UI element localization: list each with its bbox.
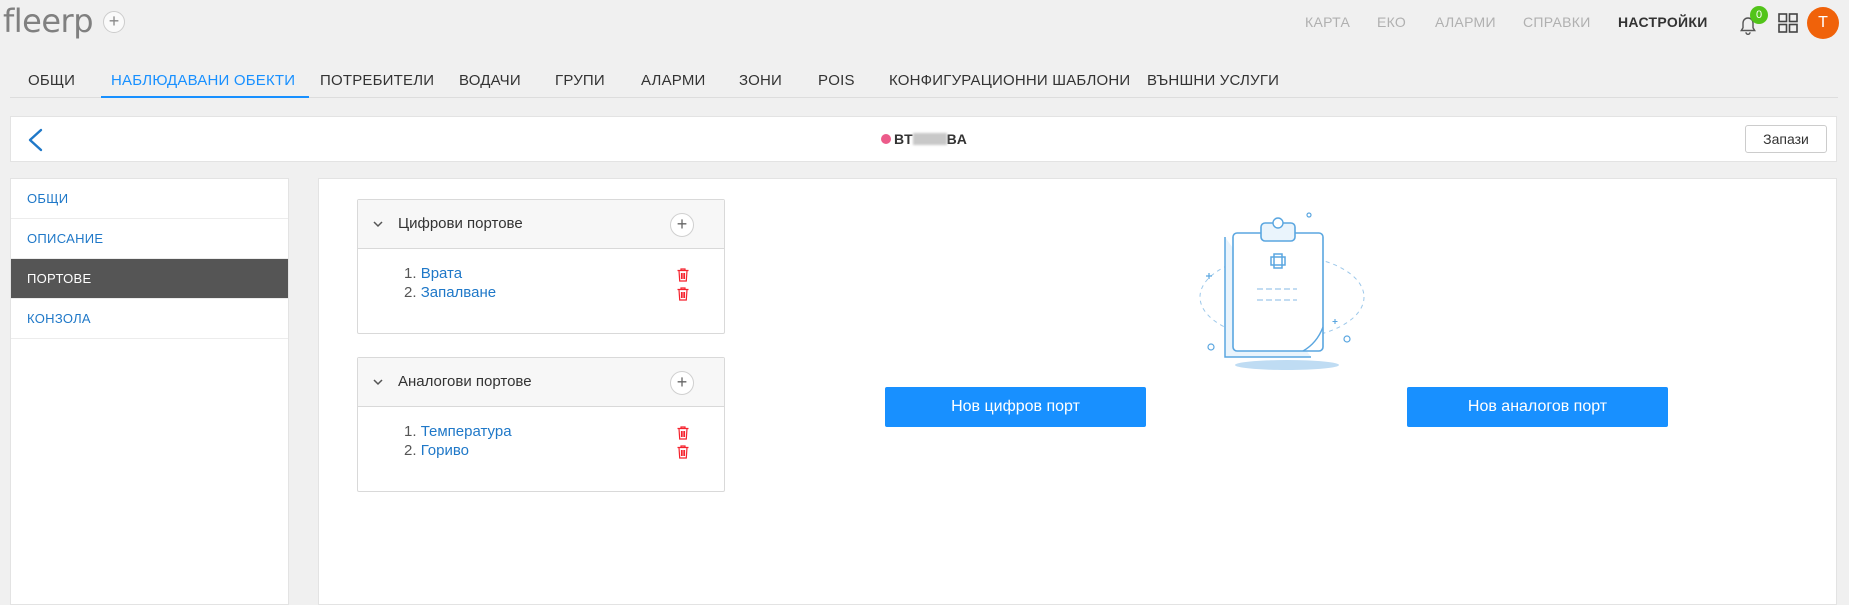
port-link[interactable]: Гориво	[421, 442, 469, 459]
digital-ports-list: 1. Врата 2. Запалване	[358, 249, 724, 333]
vehicle-name: BT BA	[881, 131, 967, 147]
topnav-reports[interactable]: СПРАВКИ	[1523, 14, 1591, 30]
digital-ports-card: Цифрови портове + 1. Врата 2. Запалване	[357, 199, 725, 334]
add-analog-port-icon[interactable]: +	[670, 371, 694, 395]
vehicle-name-prefix: BT	[894, 131, 913, 147]
sidebar-item-general[interactable]: ОБЩИ	[11, 179, 288, 219]
topnav-eco[interactable]: ЕКО	[1377, 14, 1406, 30]
list-item: 2. Запалване	[404, 284, 496, 301]
list-item-number: 2.	[404, 284, 417, 301]
analog-ports-card: Аналогови портове + 1. Температура 2. Го…	[357, 357, 725, 492]
apps-grid-icon[interactable]	[1777, 12, 1799, 34]
new-digital-port-button[interactable]: Нов цифров порт	[885, 387, 1146, 427]
back-arrow-icon[interactable]	[25, 127, 47, 153]
list-item: 2. Гориво	[404, 442, 469, 459]
tab-external-services[interactable]: ВЪНШНИ УСЛУГИ	[1147, 72, 1279, 89]
list-item-number: 2.	[404, 442, 417, 459]
port-link[interactable]: Врата	[421, 265, 462, 282]
digital-ports-header[interactable]: Цифрови портове +	[358, 200, 724, 249]
object-sidebar: ОБЩИ ОПИСАНИЕ ПОРТОВЕ КОНЗОЛА	[10, 178, 289, 605]
topnav-alarms[interactable]: АЛАРМИ	[1435, 14, 1496, 30]
status-dot	[881, 134, 891, 144]
save-button[interactable]: Запази	[1745, 125, 1827, 153]
topnav-map[interactable]: КАРТА	[1305, 14, 1350, 30]
redacted-block	[912, 133, 947, 145]
trash-icon[interactable]	[676, 267, 690, 283]
trash-icon[interactable]	[676, 444, 690, 460]
trash-icon[interactable]	[676, 425, 690, 441]
tab-alarms[interactable]: АЛАРМИ	[641, 72, 706, 89]
notification-badge: 0	[1750, 6, 1768, 24]
port-link[interactable]: Запалване	[421, 284, 496, 301]
vehicle-name-suffix: BA	[946, 131, 967, 147]
sidebar-item-ports[interactable]: ПОРТОВЕ	[11, 259, 288, 299]
object-header: BT BA Запази	[10, 116, 1837, 162]
new-analog-port-button[interactable]: Нов аналогов порт	[1407, 387, 1668, 427]
chevron-down-icon[interactable]	[372, 376, 384, 388]
list-item: 1. Врата	[404, 265, 462, 282]
add-digital-port-icon[interactable]: +	[670, 213, 694, 237]
tab-pois[interactable]: POIS	[818, 72, 855, 89]
tab-drivers[interactable]: ВОДАЧИ	[459, 72, 521, 89]
list-item: 1. Температура	[404, 423, 512, 440]
analog-ports-title: Аналогови портове	[398, 373, 532, 390]
sidebar-item-console[interactable]: КОНЗОЛА	[11, 299, 288, 339]
add-icon[interactable]: +	[103, 11, 125, 33]
tab-groups[interactable]: ГРУПИ	[555, 72, 605, 89]
tab-zones[interactable]: ЗОНИ	[739, 72, 782, 89]
settings-tabs: ОБЩИ НАБЛЮДАВАНИ ОБЕКТИ ПОТРЕБИТЕЛИ ВОДА…	[10, 60, 1838, 98]
trash-icon[interactable]	[676, 286, 690, 302]
tab-users[interactable]: ПОТРЕБИТЕЛИ	[320, 72, 434, 89]
active-tab-indicator	[101, 96, 309, 98]
chevron-down-icon[interactable]	[372, 218, 384, 230]
tab-monitored-objects[interactable]: НАБЛЮДАВАНИ ОБЕКТИ	[111, 72, 295, 89]
port-link[interactable]: Температура	[421, 423, 512, 440]
analog-ports-header[interactable]: Аналогови портове +	[358, 358, 724, 407]
clipboard-illustration-icon	[1199, 212, 1365, 370]
topnav-settings[interactable]: НАСТРОЙКИ	[1618, 14, 1708, 30]
digital-ports-title: Цифрови портове	[398, 215, 523, 232]
top-bar: fleerp + КАРТА ЕКО АЛАРМИ СПРАВКИ НАСТРО…	[0, 0, 1849, 46]
list-item-number: 1.	[404, 265, 417, 282]
list-item-number: 1.	[404, 423, 417, 440]
user-avatar[interactable]: T	[1807, 7, 1839, 39]
app-logo[interactable]: fleerp	[3, 2, 94, 40]
ports-panel: Цифрови портове + 1. Врата 2. Запалване …	[318, 178, 1837, 605]
tab-config-templates[interactable]: КОНФИГУРАЦИОННИ ШАБЛОНИ	[889, 72, 1130, 89]
analog-ports-list: 1. Температура 2. Гориво	[358, 407, 724, 491]
sidebar-item-description[interactable]: ОПИСАНИЕ	[11, 219, 288, 259]
tab-general[interactable]: ОБЩИ	[28, 72, 75, 89]
